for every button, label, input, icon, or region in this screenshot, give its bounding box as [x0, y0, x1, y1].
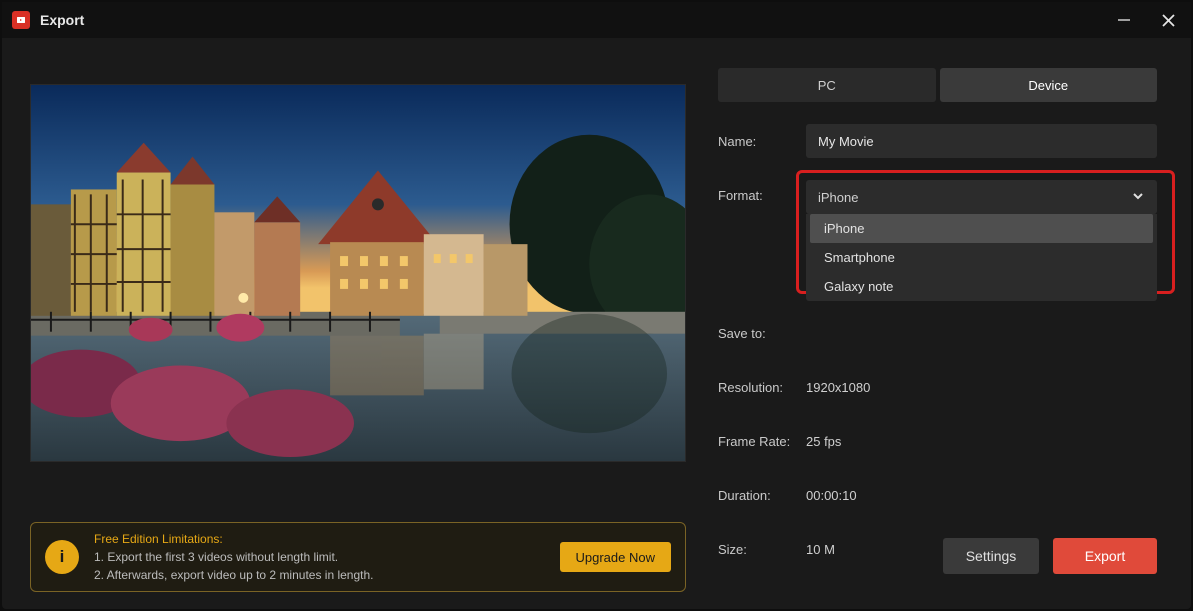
window-title: Export	[40, 12, 84, 28]
limitations-line2: 2. Afterwards, export video up to 2 minu…	[94, 566, 560, 584]
upgrade-now-button[interactable]: Upgrade Now	[560, 542, 672, 572]
video-preview	[30, 84, 686, 462]
format-dropdown: iPhone Smartphone Galaxy note	[806, 214, 1157, 301]
output-type-tabs: PC Device	[718, 68, 1157, 102]
framerate-value: 25 fps	[806, 434, 841, 449]
limitations-title: Free Edition Limitations:	[94, 530, 560, 548]
settings-button[interactable]: Settings	[943, 538, 1039, 574]
format-select[interactable]: iPhone	[806, 180, 1157, 214]
saveto-label: Save to:	[718, 326, 806, 341]
duration-label: Duration:	[718, 488, 806, 503]
framerate-label: Frame Rate:	[718, 434, 806, 449]
export-window: Export	[2, 2, 1191, 609]
name-row: Name:	[718, 124, 1157, 158]
title-bar: Export	[2, 2, 1191, 38]
format-option-iphone[interactable]: iPhone	[810, 214, 1153, 243]
duration-value: 00:00:10	[806, 488, 857, 503]
framerate-row: Frame Rate: 25 fps	[718, 424, 1157, 458]
format-option-smartphone[interactable]: Smartphone	[806, 243, 1157, 272]
format-selected-value: iPhone	[818, 190, 858, 205]
format-row: Format: iPhone iPhone Smartphone Galaxy …	[718, 180, 1157, 214]
minimize-button[interactable]	[1111, 7, 1137, 33]
name-input[interactable]	[806, 124, 1157, 158]
tab-device[interactable]: Device	[940, 68, 1158, 102]
resolution-label: Resolution:	[718, 380, 806, 395]
tab-pc[interactable]: PC	[718, 68, 936, 102]
chevron-down-icon	[1131, 189, 1145, 206]
export-button[interactable]: Export	[1053, 538, 1157, 574]
info-icon: i	[45, 540, 79, 574]
format-label: Format:	[718, 180, 806, 203]
saveto-row: Save to:	[718, 316, 1157, 350]
duration-row: Duration: 00:00:10	[718, 478, 1157, 512]
format-option-galaxy-note[interactable]: Galaxy note	[806, 272, 1157, 301]
app-icon	[12, 11, 30, 29]
resolution-value: 1920x1080	[806, 380, 870, 395]
resolution-row: Resolution: 1920x1080	[718, 370, 1157, 404]
close-button[interactable]	[1155, 7, 1181, 33]
limitations-line1: 1. Export the first 3 videos without len…	[94, 548, 560, 566]
free-edition-limitations-banner: i Free Edition Limitations: 1. Export th…	[30, 522, 686, 592]
footer: i Free Edition Limitations: 1. Export th…	[2, 514, 1191, 609]
name-label: Name:	[718, 134, 806, 149]
